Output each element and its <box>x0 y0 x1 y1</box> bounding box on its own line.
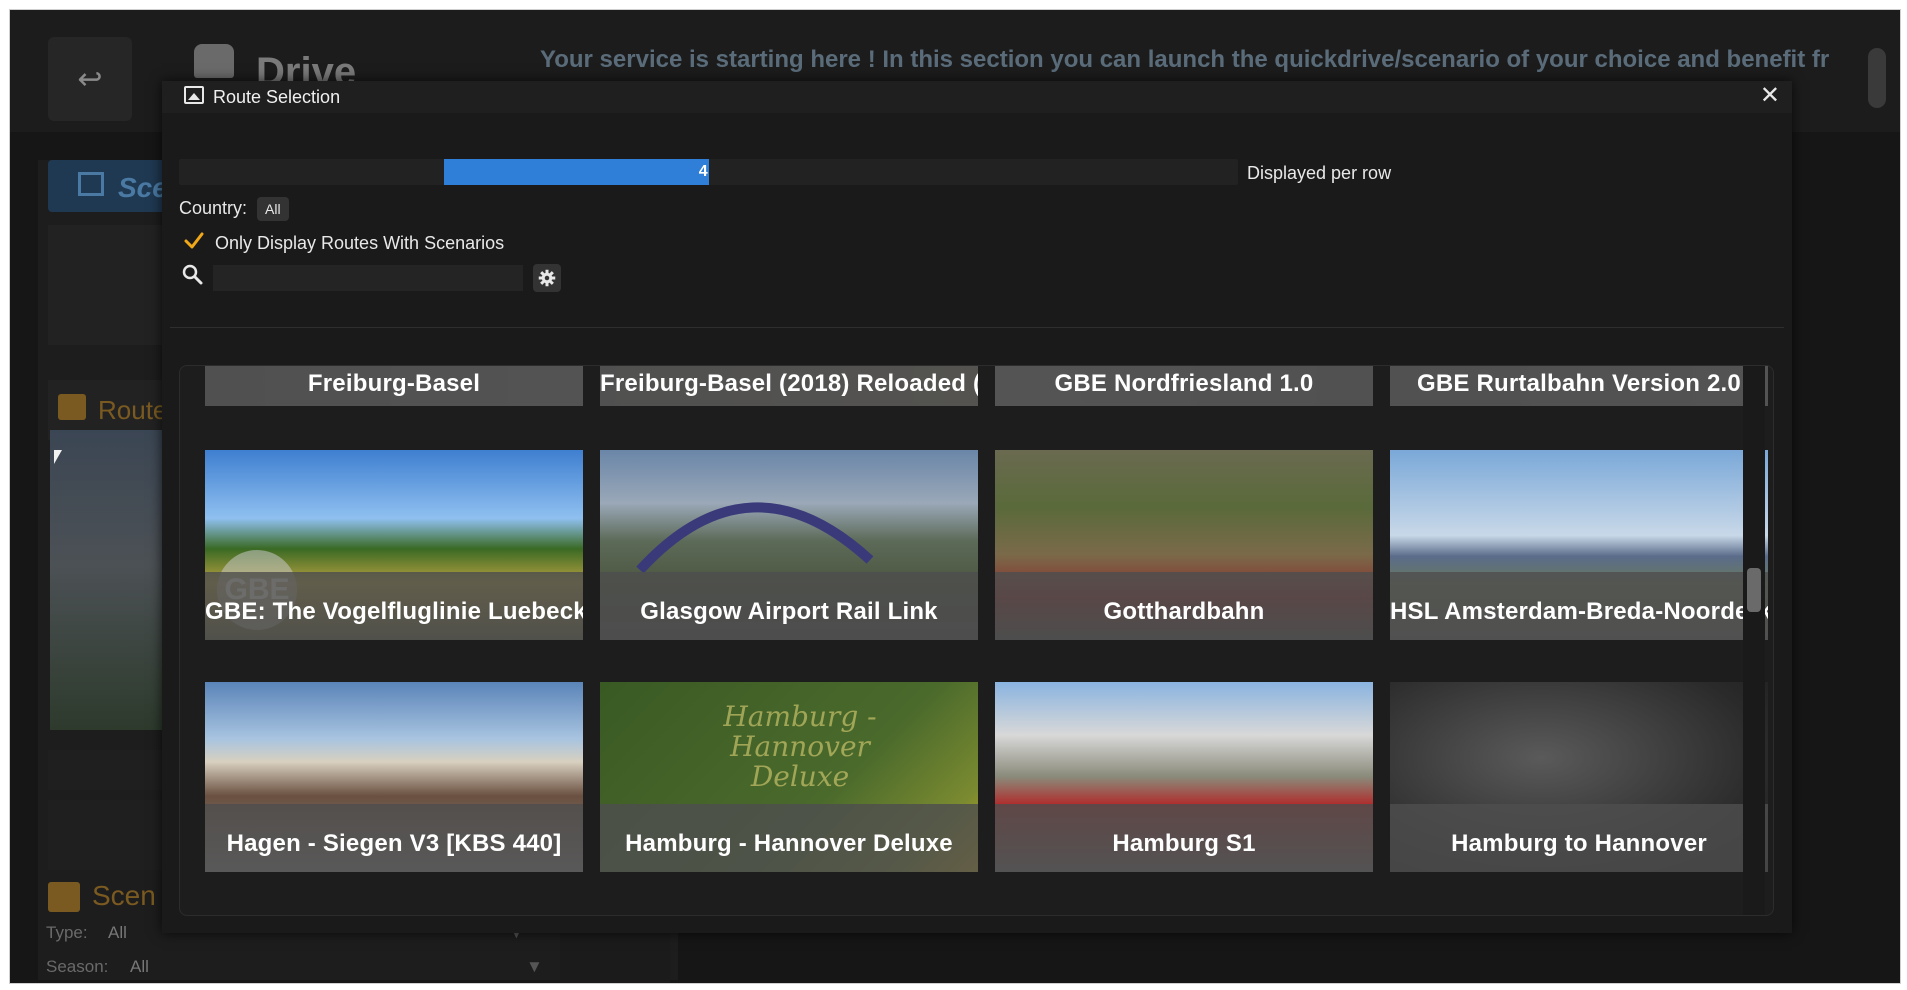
checkmark-icon[interactable] <box>182 229 206 253</box>
route-name: GBE Nordfriesland 1.0 <box>1054 370 1314 397</box>
slider-value: 4 <box>698 163 708 180</box>
mouse-cursor <box>54 450 62 464</box>
route-name: Hamburg to Hannover <box>1451 830 1707 857</box>
image-icon <box>58 394 86 420</box>
route-name: Freiburg-Basel (2018) Reloaded (Fina <box>600 370 978 397</box>
scrollbar-thumb[interactable] <box>1747 568 1761 612</box>
train-icon <box>194 44 234 78</box>
chevron-down-icon: ▼ <box>526 957 543 976</box>
route-name: Hamburg S1 <box>1112 830 1256 857</box>
season-filter-value: All <box>130 957 149 976</box>
scenario-icon <box>78 172 104 196</box>
search-input[interactable] <box>213 265 523 291</box>
route-name: Hamburg - Hannover Deluxe <box>625 830 953 857</box>
type-filter[interactable]: Type: All ▼ <box>46 923 525 943</box>
background-panel <box>560 930 670 983</box>
back-icon: ↩ <box>77 62 103 96</box>
country-dropdown[interactable]: All <box>257 197 289 221</box>
route-name: GBE: The Vogelfluglinie Luebeck-Putt <box>205 598 583 625</box>
route-tile[interactable]: Freiburg-Basel (2018) Reloaded (Fina <box>600 366 978 406</box>
app-window: ↩ Drive Your service is starting here ! … <box>9 9 1901 984</box>
route-tile[interactable]: GBE Nordfriesland 1.0 <box>995 366 1373 406</box>
tab-scenarios-label: Sce <box>118 172 168 203</box>
season-filter-label: Season: <box>46 957 109 976</box>
type-filter-value: All <box>108 923 127 942</box>
route-tile[interactable]: Gotthardbahn <box>995 450 1373 640</box>
route-tile[interactable]: HSL Amsterdam-Breda-Noorderke <box>1390 450 1768 640</box>
dialog-titlebar: Route Selection ✕ <box>162 81 1792 113</box>
route-tile[interactable]: Hamburg - Hannover Deluxe Hamburg - Hann… <box>600 682 978 872</box>
image-icon <box>184 86 204 104</box>
route-name: Glasgow Airport Rail Link <box>640 598 938 625</box>
route-grid: Freiburg-Basel Freiburg-Basel (2018) Rel… <box>179 365 1774 916</box>
route-tile[interactable]: Glasgow Airport Rail Link <box>600 450 978 640</box>
per-row-slider[interactable]: 4 <box>179 159 1238 185</box>
dialog-title: Route Selection <box>213 87 341 107</box>
scenario-icon <box>48 882 80 912</box>
route-tile[interactable]: Hagen - Siegen V3 [KBS 440] <box>205 682 583 872</box>
close-button[interactable]: ✕ <box>1760 83 1780 109</box>
gear-icon <box>538 269 556 287</box>
type-filter-label: Type: <box>46 923 88 942</box>
back-button[interactable]: ↩ <box>48 37 132 121</box>
bridge-arch-icon <box>636 502 874 574</box>
route-name: Freiburg-Basel <box>307 370 481 397</box>
country-label: Country: <box>179 198 248 218</box>
slider-fill[interactable]: 4 <box>443 159 709 185</box>
route-tile[interactable]: Freiburg-Basel <box>205 366 583 406</box>
season-filter[interactable]: Season: All ▼ <box>46 957 543 977</box>
route-name: HSL Amsterdam-Breda-Noorderke <box>1390 598 1768 625</box>
search-icon <box>182 264 203 285</box>
scenario-header-label: Scen <box>92 880 156 911</box>
route-name: Hagen - Siegen V3 [KBS 440] <box>226 830 562 857</box>
route-tile[interactable]: GBE Rurtalbahn Version 2.0 <box>1390 366 1768 406</box>
route-tile[interactable]: GBE GBE: The Vogelfluglinie Luebeck-Putt <box>205 450 583 640</box>
route-grid-scrollbar[interactable] <box>1743 366 1765 915</box>
route-selection-dialog: Route Selection ✕ 4 Displayed per row Co… <box>162 81 1792 933</box>
route-tile[interactable]: Hamburg S1 <box>995 682 1373 872</box>
route-logo-text: Hamburg - Hannover Deluxe <box>723 700 877 793</box>
route-header-label: Route <box>98 395 168 425</box>
route-name: GBE Rurtalbahn Version 2.0 <box>1417 370 1741 397</box>
background-scrollbar[interactable] <box>1868 48 1886 108</box>
route-name: Gotthardbahn <box>1103 598 1265 625</box>
divider <box>170 327 1784 328</box>
info-banner: Your service is starting here ! In this … <box>540 46 1830 73</box>
slider-label: Displayed per row <box>1247 163 1392 183</box>
settings-button[interactable] <box>533 264 561 292</box>
only-scenarios-checkbox-label[interactable]: Only Display Routes With Scenarios <box>215 233 504 254</box>
route-tile[interactable]: Hamburg to Hannover <box>1390 682 1768 872</box>
